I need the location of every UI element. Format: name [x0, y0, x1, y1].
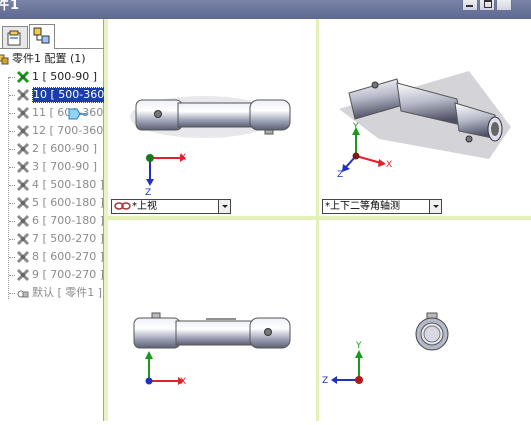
config-icon: [16, 196, 30, 210]
axis-x-label: X: [180, 377, 186, 387]
triad-right: Y Z: [322, 341, 363, 386]
viewport-isometric[interactable]: Y X Z *上下二等角轴测: [319, 19, 531, 216]
tab-feature-manager[interactable]: [2, 26, 28, 48]
view-orientation-select[interactable]: *上下二等角轴测: [322, 199, 442, 214]
tree-item-label: 6 [ 700-180 ]: [32, 214, 105, 227]
axis-x-label: X: [386, 160, 392, 170]
tree-item-label: 5 [ 600-180 ]: [32, 196, 105, 209]
viewport-right[interactable]: Y Z: [319, 220, 531, 421]
view-select-value: *上视: [132, 201, 157, 212]
axis-y-label: Y: [352, 122, 359, 132]
axis-x-label: X: [180, 153, 186, 163]
config-icon: [16, 178, 30, 192]
configuration-manager-icon: [33, 27, 50, 44]
config-icon: [16, 142, 30, 156]
link-views-icon: [114, 202, 131, 210]
tree-item-label: 12 [ 700-360 ]: [32, 124, 112, 137]
window-extra-button[interactable]: [496, 0, 512, 11]
config-icon: [16, 250, 30, 264]
restore-icon: [484, 0, 492, 8]
config-icon: [16, 124, 30, 138]
active-config-icon: [16, 70, 30, 84]
tree-item-label: 10 [ 500-360 ]: [32, 87, 114, 103]
view-select-value: *上下二等角轴测: [325, 201, 400, 212]
cursor-icon: [68, 108, 87, 120]
axis-y-label: Y: [355, 341, 362, 351]
pipe-part-right: [415, 312, 449, 351]
tree-connector: [8, 77, 9, 299]
viewport-top[interactable]: X Z *上视: [108, 19, 316, 216]
axis-z-label: Z: [322, 376, 328, 386]
config-icon: [16, 106, 30, 120]
config-icon: [16, 88, 30, 102]
view-orientation-select[interactable]: *上视: [111, 199, 231, 214]
axis-z-label: Z: [337, 170, 343, 180]
tree-root[interactable]: 零件1 配置 (1): [0, 51, 86, 67]
tree-item-default-label: 默认 [ 零件1 ]: [32, 286, 103, 299]
chevron-down-icon[interactable]: [429, 200, 441, 213]
part-isometric-view: Y X Z: [337, 71, 511, 180]
restore-button[interactable]: [479, 0, 495, 11]
tree-item-label: 8 [ 600-270 ]: [32, 250, 105, 263]
panel-tabs: [0, 24, 104, 49]
tab-configuration-manager[interactable]: [29, 24, 55, 49]
part-icon: [0, 54, 9, 65]
minimize-button[interactable]: [462, 0, 478, 11]
window-title: 件1: [0, 0, 21, 13]
config-icon: [16, 232, 30, 246]
part-right-view: Y Z: [322, 312, 449, 386]
tree-item-label: 9 [ 700-270 ]: [32, 268, 105, 281]
configuration-manager-panel: 零件1 配置 (1) 1 [ 500-90 ] 10 [ 500-360 ] 11 …: [0, 19, 114, 421]
tree-item-label: 4 [ 500-180 ]: [32, 178, 105, 191]
axis-z-label: Z: [145, 188, 151, 198]
pipe-part-front: [133, 312, 291, 349]
viewport-front[interactable]: X: [108, 220, 316, 421]
tree-item-label: 2 [ 600-90 ]: [32, 142, 98, 155]
config-icon: [16, 214, 30, 228]
tree-root-label: 零件1 配置 (1): [12, 52, 86, 65]
title-bar: 件1: [0, 0, 531, 19]
tree-item-label: 1 [ 500-90 ]: [32, 70, 98, 83]
triad-top: X Z: [145, 153, 186, 198]
feature-manager-icon: [7, 30, 21, 46]
triad-front: X: [145, 351, 186, 387]
config-icon: [16, 160, 30, 174]
minimize-icon: [466, 5, 473, 7]
tree-item-label: 3 [ 700-90 ]: [32, 160, 98, 173]
config-icon: [16, 268, 30, 282]
tree-item-label: 7 [ 500-270 ]: [32, 232, 105, 245]
default-config-icon: [17, 290, 29, 298]
chevron-down-icon[interactable]: [218, 200, 230, 213]
part-front-view: X: [133, 312, 291, 387]
part-top-view: X Z: [130, 96, 291, 198]
